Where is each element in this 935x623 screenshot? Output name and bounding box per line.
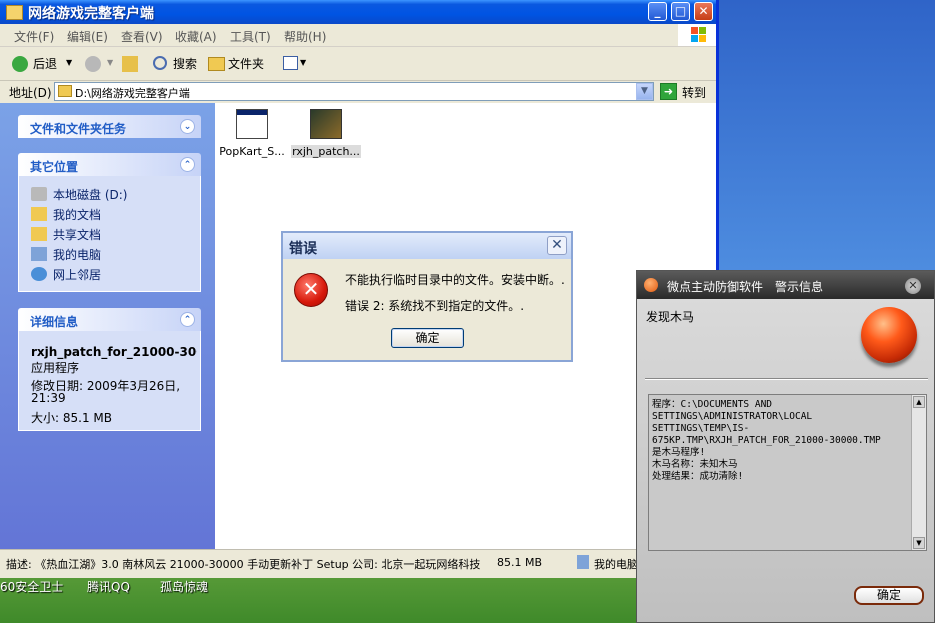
windows-logo-icon [678, 24, 716, 46]
search-button[interactable]: 搜索 [173, 55, 197, 72]
threat-detail-scrollbar[interactable]: ▲ ▼ [911, 395, 926, 550]
minimize-button[interactable]: _ [648, 2, 667, 21]
security-ok-button[interactable]: 确定 [854, 586, 924, 605]
alarm-light-icon [861, 307, 917, 363]
folder-icon [6, 5, 23, 20]
address-dropdown-icon[interactable]: ▼ [636, 83, 653, 100]
place-my-computer[interactable]: 我的电脑 [31, 246, 101, 263]
menu-view[interactable]: 查看(V) [121, 28, 163, 45]
go-arrow-icon[interactable]: ➜ [660, 83, 677, 100]
computer-icon [31, 247, 47, 261]
forward-dropdown-icon[interactable]: ▼ [107, 58, 113, 67]
forward-arrow-icon[interactable] [85, 56, 101, 72]
shield-logo-icon [644, 278, 658, 292]
computer-icon [577, 555, 589, 569]
address-input[interactable]: D:\网络游戏完整客户端 [54, 82, 654, 101]
place-local-disk[interactable]: 本地磁盘 (D:) [31, 186, 127, 203]
details-header[interactable]: 详细信息 ⌃ [18, 308, 201, 331]
file-name: PopKart_S... [219, 145, 285, 158]
file-name: rxjh_patch... [291, 145, 361, 158]
place-my-documents[interactable]: 我的文档 [31, 206, 101, 223]
title-bar[interactable]: 网络游戏完整客户端 _ □ ✕ [0, 0, 716, 24]
views-dropdown-icon[interactable]: ▼ [300, 58, 306, 67]
detail-size: 大小: 85.1 MB [31, 411, 112, 425]
error-dialog-close-button[interactable]: ✕ [547, 236, 567, 255]
security-title: 微点主动防御软件 警示信息 [667, 280, 824, 294]
status-size: 85.1 MB [497, 556, 543, 569]
details-body: rxjh_patch_for_21000-3000 应用程序 修改日期: 200… [18, 331, 201, 431]
back-button[interactable]: 后退 [33, 55, 57, 72]
shared-folder-icon [31, 227, 47, 241]
folders-icon[interactable] [208, 57, 225, 71]
detail-type: 应用程序 [31, 361, 80, 375]
desktop-icon-360[interactable]: 60安全卫士 [0, 578, 63, 595]
tasks-panel-title: 文件和文件夹任务 [30, 122, 127, 136]
detail-name: rxjh_patch_for_21000-3000 [31, 345, 197, 359]
chevron-up-icon[interactable]: ⌃ [180, 312, 195, 327]
up-folder-icon[interactable] [122, 56, 138, 72]
menu-help[interactable]: 帮助(H) [284, 28, 326, 45]
error-dialog-title-bar[interactable]: 错误 ✕ [283, 233, 571, 259]
maximize-button[interactable]: □ [671, 2, 690, 21]
error-message-line1: 不能执行临时目录中的文件。安装中断。. [345, 273, 565, 287]
error-icon: ✕ [294, 273, 328, 307]
other-places-body: 本地磁盘 (D:) 我的文档 共享文档 我的电脑 网上邻居 [18, 176, 201, 292]
network-icon [31, 267, 47, 281]
game-app-icon [310, 109, 342, 139]
menu-tools[interactable]: 工具(T) [230, 28, 271, 45]
security-alert-window: 微点主动防御软件 警示信息 ✕ 发现木马 程序：C:\DOCUMENTS AND… [636, 270, 935, 623]
status-description: 描述: 《热血江湖》3.0 南林风云 21000-30000 手动更新补丁 Se… [6, 558, 481, 571]
desktop-icon-labels: 60安全卫士 腾讯QQ 孤岛惊魂 [0, 578, 300, 598]
window-app-icon [236, 109, 268, 139]
folders-button[interactable]: 文件夹 [228, 55, 264, 72]
documents-icon [31, 207, 47, 221]
threat-detail-box[interactable]: 程序：C:\DOCUMENTS AND SETTINGS\ADMINISTRAT… [648, 394, 927, 551]
security-heading: 发现木马 [646, 310, 695, 324]
back-dropdown-icon[interactable]: ▼ [66, 58, 72, 67]
other-places-title: 其它位置 [30, 160, 79, 174]
security-title-bar[interactable]: 微点主动防御软件 警示信息 ✕ [637, 271, 934, 299]
search-icon[interactable] [153, 56, 167, 70]
details-title: 详细信息 [30, 315, 79, 329]
scroll-up-icon[interactable]: ▲ [913, 396, 925, 408]
divider [645, 378, 928, 380]
error-dialog: 错误 ✕ ✕ 不能执行临时目录中的文件。安装中断。. 错误 2: 系统找不到指定… [281, 231, 573, 362]
tasks-panel-header[interactable]: 文件和文件夹任务 ⌄ [18, 115, 201, 138]
place-network[interactable]: 网上邻居 [31, 266, 101, 283]
close-button[interactable]: ✕ [694, 2, 713, 21]
threat-detail-text: 程序：C:\DOCUMENTS AND SETTINGS\ADMINISTRAT… [652, 399, 881, 482]
error-dialog-title: 错误 [289, 241, 317, 257]
toolbar: 后退 ▼ ▼ 搜索 文件夹 ▼ [0, 47, 716, 81]
address-label: 地址(D) [9, 86, 52, 100]
address-value: D:\网络游戏完整客户端 [75, 87, 190, 100]
status-zone: 我的电脑 [594, 558, 638, 571]
desktop-icon-qq[interactable]: 腾讯QQ [87, 578, 130, 595]
chevron-up-icon[interactable]: ⌃ [180, 157, 195, 172]
menu-file[interactable]: 文件(F) [14, 28, 54, 45]
back-arrow-icon[interactable] [12, 56, 28, 72]
go-button[interactable]: 转到 [682, 84, 706, 101]
other-places-header[interactable]: 其它位置 ⌃ [18, 153, 201, 176]
error-message-line2: 错误 2: 系统找不到指定的文件。. [345, 299, 525, 313]
chevron-down-icon[interactable]: ⌄ [180, 119, 195, 134]
detail-time: 21:39 [31, 391, 66, 405]
scroll-down-icon[interactable]: ▼ [913, 537, 925, 549]
desktop-icon-farcry[interactable]: 孤岛惊魂 [160, 578, 208, 595]
views-icon[interactable] [283, 56, 298, 70]
menu-favorites[interactable]: 收藏(A) [175, 28, 217, 45]
error-ok-button[interactable]: 确定 [391, 328, 464, 348]
security-close-button[interactable]: ✕ [905, 278, 921, 294]
menu-edit[interactable]: 编辑(E) [67, 28, 108, 45]
window-title: 网络游戏完整客户端 [28, 6, 154, 22]
place-shared-documents[interactable]: 共享文档 [31, 226, 101, 243]
task-pane: 文件和文件夹任务 ⌄ 其它位置 ⌃ 本地磁盘 (D:) 我的文档 共享文档 我的… [0, 103, 215, 549]
disk-icon [31, 187, 47, 201]
file-item[interactable]: PopKart_S... [219, 109, 285, 158]
status-bar: 描述: 《热血江湖》3.0 南林风云 21000-30000 手动更新补丁 Se… [0, 549, 716, 576]
menu-bar: 文件(F) 编辑(E) 查看(V) 收藏(A) 工具(T) 帮助(H) [0, 24, 716, 47]
file-item[interactable]: rxjh_patch... [291, 109, 361, 158]
folder-icon [58, 85, 72, 97]
